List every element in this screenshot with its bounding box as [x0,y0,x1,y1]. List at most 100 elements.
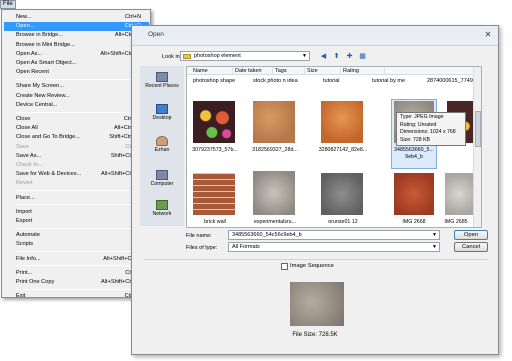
dialog-title: Open [148,31,164,38]
new-folder-icon[interactable]: ✚ [345,52,354,61]
chevron-down-icon[interactable]: ▼ [432,243,437,251]
menu-item-exit[interactable]: ExitCtrl+Q [4,292,149,301]
file-thumbnail[interactable] [321,173,363,215]
menu-item-save[interactable]: SaveCtrl+S [4,143,149,152]
menu-item-print[interactable]: Print...Ctrl+P [4,269,149,278]
place-network[interactable]: Network [140,200,184,217]
scrollbar-thumb[interactable] [475,111,481,147]
menu-item-label: Place... [16,194,35,201]
file-thumbnail[interactable] [253,101,295,143]
file-thumbnail[interactable] [394,173,434,215]
menu-item-open-as[interactable]: Open As... Alt+Shift+Ctrl+O [4,50,149,59]
folder-item[interactable]: stock photo n idea [253,78,298,84]
file-list[interactable]: Name Date taken Tags Size Rating photosh… [186,66,482,228]
menu-item-save-for-web-devices[interactable]: Save for Web & Devices... Alt+Shift+Ctrl+… [4,170,149,179]
menu-item-save-as[interactable]: Save As... Shift+Ctrl+S [4,152,149,161]
menu-item-print-one-copy[interactable]: Print One Copy Alt+Shift+Ctrl+P [4,278,149,287]
file-thumbnail[interactable] [445,173,473,215]
menu-item-new[interactable]: New... Ctrl+N [4,13,149,22]
look-in-dropdown[interactable]: photoshop element ▼ [180,51,310,61]
back-icon[interactable]: ◀ [319,52,328,61]
column-name[interactable]: Name [191,67,233,75]
folder-item[interactable]: tutorial by me [372,78,405,84]
menu-item-open-recent[interactable]: Open Recent▶ [4,68,149,77]
menu-item-label: File Info... [16,255,41,262]
user-icon [156,136,168,146]
file-name-value: 3485563660_54c56c9eb4_b [232,232,302,238]
menu-item-label: Browse in Bridge... [16,32,63,39]
file-thumbnail[interactable] [193,173,235,215]
menu-item-automate[interactable]: Automate▶ [4,231,149,240]
image-sequence-label: Image Sequence [290,263,334,269]
menu-item-place[interactable]: Place... [4,194,149,203]
menu-item-import[interactable]: Import▶ [4,208,149,217]
file-menu-title[interactable]: File [0,0,16,9]
menu-item-export[interactable]: Export▶ [4,217,149,226]
file-thumbnail[interactable] [253,171,295,215]
menu-item-scripts[interactable]: Scripts▶ [4,240,149,249]
menu-item-browse-in-bridge[interactable]: Browse in Bridge... Alt+Ctrl+O [4,31,149,40]
menu-item-close[interactable]: CloseCtrl+W [4,115,149,124]
menu-item-close-all[interactable]: Close All Alt+Ctrl+W [4,124,149,133]
menu-separator [16,288,148,290]
menu-item-label: Exit [16,293,26,300]
menu-item-close-and-go-to-bridge[interactable]: Close and Go To Bridge... Shift+Ctrl+W [4,133,149,142]
tooltip-dimensions: Dimensions: 1024 x 768 [400,129,456,135]
column-date[interactable]: Date taken [233,67,273,75]
menu-item-open-as-smart-object[interactable]: Open As Smart Object... [4,59,149,68]
place-recent[interactable]: Recent Places [140,72,184,89]
cancel-button[interactable]: Cancel [454,242,488,252]
place-label: Ezhan [154,147,170,153]
place-user[interactable]: Ezhan [140,136,184,153]
network-icon [156,200,168,210]
chevron-down-icon: ▼ [302,53,307,59]
menu-item-check-in[interactable]: Check In... [4,161,149,170]
menu-item-label: Open... [16,23,35,30]
menu-item-label: Print... [16,269,33,276]
file-name-input[interactable]: 3485563660_54c56c9eb4_b ▼ [228,230,440,240]
file-label: 3182569327_28d... [252,147,298,153]
folder-item[interactable]: photoshop shape [193,78,235,84]
files-of-type-select[interactable]: All Formats ▼ [228,242,440,252]
menu-item-label: Open As Smart Object... [16,60,77,66]
up-folder-icon[interactable]: ⬆ [332,52,341,61]
menu-item-shortcut: Ctrl+N [124,14,141,20]
chevron-down-icon[interactable]: ▼ [432,231,437,239]
menu-item-label: Browse in Mini Bridge... [16,41,75,48]
folder-item[interactable]: tutorial [323,78,340,84]
menu-item-label: Automate [16,232,40,239]
menu-separator [16,227,148,229]
column-tags[interactable]: Tags [273,67,305,75]
column-size[interactable]: Size [305,67,341,75]
menu-item-label: Scripts [16,241,34,248]
place-computer[interactable]: Computer [140,170,184,187]
vertical-scrollbar[interactable] [473,67,481,227]
file-label: 3079237573_57b... [192,147,238,153]
menu-item-create-new-review[interactable]: Create New Review... [4,92,149,101]
open-button[interactable]: Open [454,230,488,240]
file-label: 3280827142_82e8... [318,147,368,153]
view-menu-icon[interactable]: ▦ [358,52,367,61]
menu-item-label: Close All [16,125,38,132]
close-icon[interactable]: ✕ [482,30,494,40]
menu-item-label: Open Recent [16,69,49,76]
place-desktop[interactable]: Desktop [140,104,184,121]
menu-item-device-central[interactable]: Device Central... [4,101,149,110]
menu-item-file-info[interactable]: File Info... Alt+Shift+Ctrl+I [4,255,149,264]
menu-item-label: Save As... [16,152,42,159]
image-sequence-checkbox[interactable] [281,263,288,270]
file-name-label: File name: [186,233,212,239]
place-label: Desktop [152,115,172,121]
column-rating[interactable]: Rating [341,67,385,75]
file-item[interactable]: 2874000615_7749... [427,78,477,84]
menu-item-open[interactable]: Open...Ctrl+O [4,22,149,32]
menu-item-share-my-screen[interactable]: Share My Screen... [4,82,149,91]
nav-toolbar: ◀ ⬆ ✚ ▦ [319,51,367,61]
file-size-text: File Size: 728.5K [292,332,338,338]
menu-item-label: Revert [16,180,33,187]
menu-item-revert[interactable]: RevertF12 [4,179,149,188]
menu-item-label: Close and Go To Bridge... [16,134,80,141]
file-thumbnail[interactable] [321,101,363,143]
file-thumbnail[interactable] [193,101,235,143]
menu-item-browse-in-mini-bridge[interactable]: Browse in Mini Bridge... [4,41,149,50]
